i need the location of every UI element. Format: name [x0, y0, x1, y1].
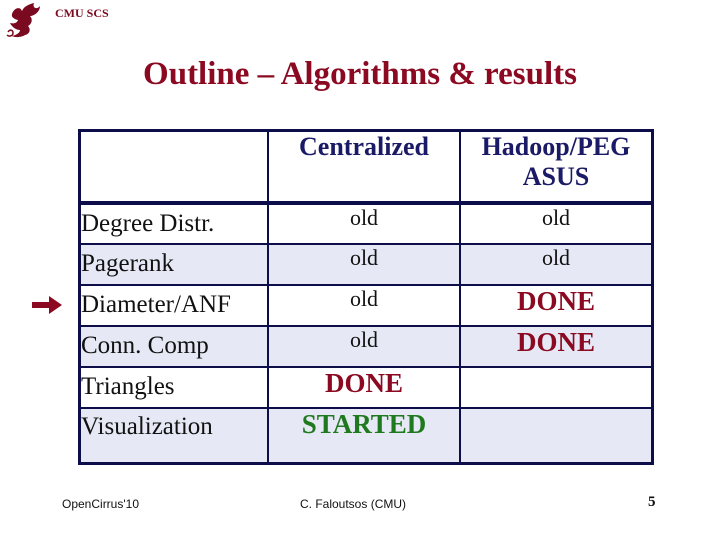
- table-row: Degree Distr. old old: [78, 201, 654, 245]
- hadoop-status: old: [541, 244, 571, 270]
- algorithm-cell: Visualization: [78, 406, 269, 465]
- hadoop-status: DONE: [516, 285, 595, 316]
- table-row: Conn. Comp old DONE: [78, 324, 654, 368]
- results-table: Centralized Hadoop/PEG ASUS Degree Distr…: [78, 129, 654, 465]
- right-arrow-icon: [32, 296, 62, 314]
- table-row: Triangles DONE: [78, 365, 654, 409]
- algorithm-cell: Pagerank: [78, 242, 269, 286]
- slide-title: Outline – Algorithms & results: [143, 56, 577, 92]
- header-corner-cell: [78, 129, 269, 204]
- algorithm-cell: Conn. Comp: [78, 324, 269, 368]
- brand-label: CMU SCS: [55, 6, 109, 20]
- centralized-status: DONE: [324, 367, 403, 398]
- table-row: Pagerank old old: [78, 242, 654, 286]
- table-row: Diameter/ANF old DONE: [78, 283, 654, 327]
- page-number: 5: [648, 494, 656, 510]
- footer-author: C. Faloutsos (CMU): [300, 497, 407, 511]
- griffin-logo-icon: [6, 3, 40, 38]
- centralized-status: old: [349, 326, 379, 352]
- table-row: Visualization STARTED: [78, 406, 654, 465]
- centralized-status: old: [349, 285, 379, 311]
- algorithm-cell: Diameter/ANF: [78, 283, 269, 327]
- table-header-row: Centralized Hadoop/PEG ASUS: [78, 129, 654, 204]
- column-header-hadoop: Hadoop/PEG ASUS: [459, 129, 654, 204]
- centralized-status: STARTED: [301, 408, 427, 439]
- centralized-status: old: [349, 244, 379, 270]
- algorithm-cell: Degree Distr.: [78, 201, 269, 245]
- hadoop-status: DONE: [516, 326, 595, 357]
- algorithm-cell: Triangles: [78, 365, 269, 409]
- footer-event: OpenCirrus'10: [62, 497, 139, 511]
- centralized-status: old: [349, 204, 379, 230]
- column-header-centralized: Centralized: [267, 129, 461, 204]
- hadoop-status: old: [541, 204, 571, 230]
